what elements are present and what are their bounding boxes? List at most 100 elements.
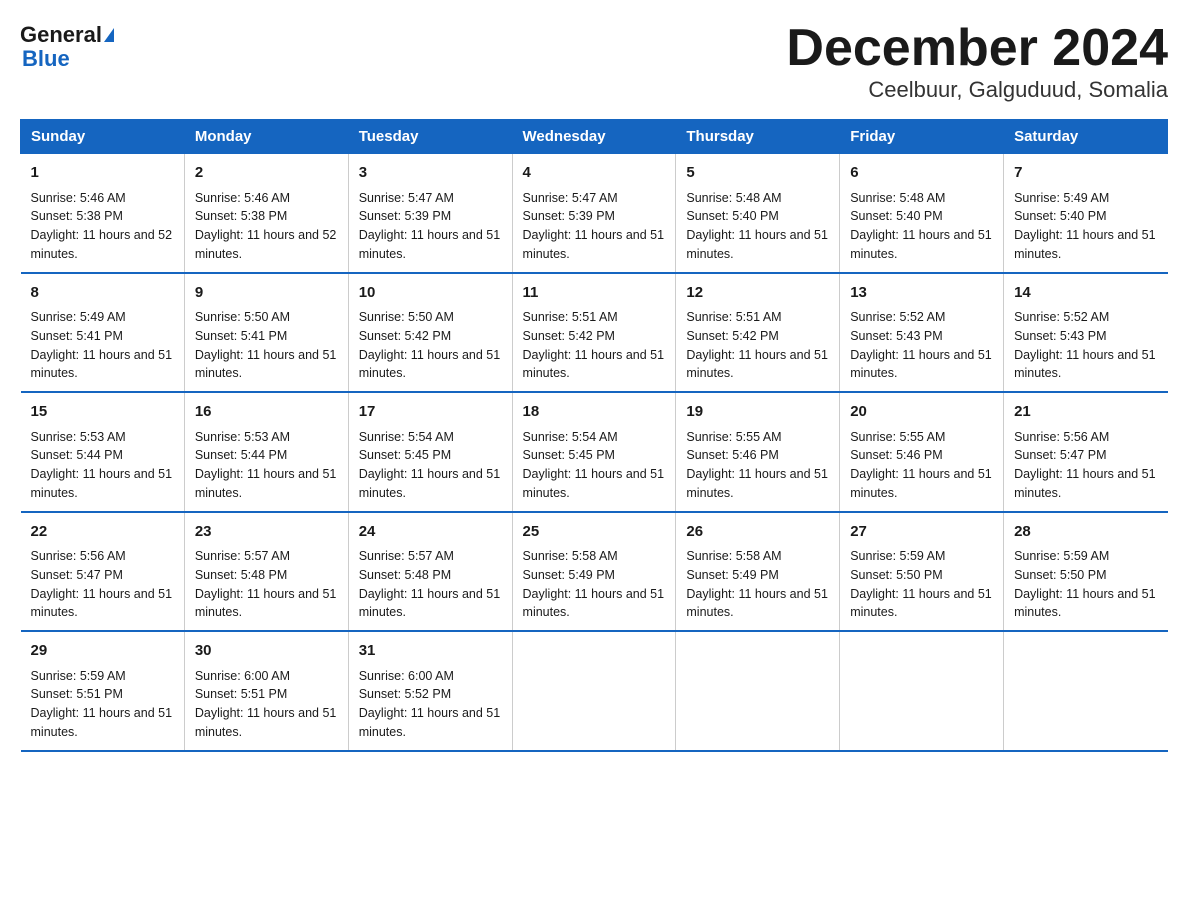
table-row: 24 Sunrise: 5:57 AM Sunset: 5:48 PM Dayl…	[348, 512, 512, 632]
col-wednesday: Wednesday	[512, 120, 676, 154]
table-row: 23 Sunrise: 5:57 AM Sunset: 5:48 PM Dayl…	[184, 512, 348, 632]
table-row	[512, 631, 676, 751]
sunrise-label: Sunrise: 5:52 AM	[1014, 310, 1109, 324]
daylight-label: Daylight: 11 hours and 51 minutes.	[195, 587, 337, 620]
table-row: 9 Sunrise: 5:50 AM Sunset: 5:41 PM Dayli…	[184, 273, 348, 393]
day-number: 22	[31, 521, 174, 544]
sunset-label: Sunset: 5:44 PM	[31, 448, 123, 462]
sunset-label: Sunset: 5:46 PM	[850, 448, 942, 462]
table-row: 5 Sunrise: 5:48 AM Sunset: 5:40 PM Dayli…	[676, 154, 840, 273]
daylight-label: Daylight: 11 hours and 51 minutes.	[850, 587, 992, 620]
day-number: 14	[1014, 282, 1157, 305]
sunset-label: Sunset: 5:47 PM	[31, 568, 123, 582]
sunset-label: Sunset: 5:42 PM	[686, 329, 778, 343]
sunrise-label: Sunrise: 5:58 AM	[686, 549, 781, 563]
sunset-label: Sunset: 5:38 PM	[31, 209, 123, 223]
daylight-label: Daylight: 11 hours and 51 minutes.	[686, 467, 828, 500]
day-number: 18	[523, 401, 666, 424]
daylight-label: Daylight: 11 hours and 51 minutes.	[195, 467, 337, 500]
sunrise-label: Sunrise: 5:55 AM	[850, 430, 945, 444]
day-number: 12	[686, 282, 829, 305]
table-row: 4 Sunrise: 5:47 AM Sunset: 5:39 PM Dayli…	[512, 154, 676, 273]
daylight-label: Daylight: 11 hours and 51 minutes.	[195, 348, 337, 381]
day-number: 16	[195, 401, 338, 424]
daylight-label: Daylight: 11 hours and 51 minutes.	[359, 348, 501, 381]
calendar-week-row: 15 Sunrise: 5:53 AM Sunset: 5:44 PM Dayl…	[21, 392, 1168, 512]
table-row: 15 Sunrise: 5:53 AM Sunset: 5:44 PM Dayl…	[21, 392, 185, 512]
title-block: December 2024 Ceelbuur, Galguduud, Somal…	[786, 20, 1168, 103]
sunset-label: Sunset: 5:41 PM	[31, 329, 123, 343]
day-number: 6	[850, 162, 993, 185]
day-number: 4	[523, 162, 666, 185]
col-friday: Friday	[840, 120, 1004, 154]
sunrise-label: Sunrise: 5:51 AM	[523, 310, 618, 324]
sunset-label: Sunset: 5:49 PM	[686, 568, 778, 582]
sunrise-label: Sunrise: 5:50 AM	[195, 310, 290, 324]
table-row: 10 Sunrise: 5:50 AM Sunset: 5:42 PM Dayl…	[348, 273, 512, 393]
day-number: 23	[195, 521, 338, 544]
calendar-table: Sunday Monday Tuesday Wednesday Thursday…	[20, 119, 1168, 752]
sunrise-label: Sunrise: 5:59 AM	[850, 549, 945, 563]
sunrise-label: Sunrise: 5:52 AM	[850, 310, 945, 324]
col-sunday: Sunday	[21, 120, 185, 154]
day-number: 27	[850, 521, 993, 544]
table-row: 18 Sunrise: 5:54 AM Sunset: 5:45 PM Dayl…	[512, 392, 676, 512]
daylight-label: Daylight: 11 hours and 51 minutes.	[359, 706, 501, 739]
sunrise-label: Sunrise: 5:46 AM	[195, 191, 290, 205]
sunset-label: Sunset: 5:39 PM	[359, 209, 451, 223]
sunset-label: Sunset: 5:48 PM	[195, 568, 287, 582]
table-row: 16 Sunrise: 5:53 AM Sunset: 5:44 PM Dayl…	[184, 392, 348, 512]
sunrise-label: Sunrise: 5:56 AM	[1014, 430, 1109, 444]
sunset-label: Sunset: 5:46 PM	[686, 448, 778, 462]
sunrise-label: Sunrise: 6:00 AM	[359, 669, 454, 683]
sunset-label: Sunset: 5:45 PM	[359, 448, 451, 462]
sunset-label: Sunset: 5:39 PM	[523, 209, 615, 223]
daylight-label: Daylight: 11 hours and 51 minutes.	[686, 228, 828, 261]
sunrise-label: Sunrise: 5:47 AM	[359, 191, 454, 205]
daylight-label: Daylight: 11 hours and 51 minutes.	[686, 348, 828, 381]
sunset-label: Sunset: 5:48 PM	[359, 568, 451, 582]
table-row: 6 Sunrise: 5:48 AM Sunset: 5:40 PM Dayli…	[840, 154, 1004, 273]
day-number: 24	[359, 521, 502, 544]
calendar-week-row: 1 Sunrise: 5:46 AM Sunset: 5:38 PM Dayli…	[21, 154, 1168, 273]
daylight-label: Daylight: 11 hours and 51 minutes.	[523, 467, 665, 500]
table-row: 28 Sunrise: 5:59 AM Sunset: 5:50 PM Dayl…	[1004, 512, 1168, 632]
day-number: 26	[686, 521, 829, 544]
daylight-label: Daylight: 11 hours and 51 minutes.	[686, 587, 828, 620]
day-number: 17	[359, 401, 502, 424]
sunrise-label: Sunrise: 5:47 AM	[523, 191, 618, 205]
table-row: 21 Sunrise: 5:56 AM Sunset: 5:47 PM Dayl…	[1004, 392, 1168, 512]
day-number: 21	[1014, 401, 1157, 424]
day-number: 15	[31, 401, 174, 424]
daylight-label: Daylight: 11 hours and 52 minutes.	[31, 228, 173, 261]
table-row: 30 Sunrise: 6:00 AM Sunset: 5:51 PM Dayl…	[184, 631, 348, 751]
col-thursday: Thursday	[676, 120, 840, 154]
sunrise-label: Sunrise: 5:49 AM	[1014, 191, 1109, 205]
daylight-label: Daylight: 11 hours and 51 minutes.	[359, 467, 501, 500]
table-row	[676, 631, 840, 751]
table-row: 13 Sunrise: 5:52 AM Sunset: 5:43 PM Dayl…	[840, 273, 1004, 393]
table-row: 11 Sunrise: 5:51 AM Sunset: 5:42 PM Dayl…	[512, 273, 676, 393]
col-monday: Monday	[184, 120, 348, 154]
sunrise-label: Sunrise: 5:59 AM	[31, 669, 126, 683]
sunset-label: Sunset: 5:42 PM	[359, 329, 451, 343]
table-row: 1 Sunrise: 5:46 AM Sunset: 5:38 PM Dayli…	[21, 154, 185, 273]
sunset-label: Sunset: 5:43 PM	[1014, 329, 1106, 343]
logo-triangle-icon	[104, 28, 114, 42]
daylight-label: Daylight: 11 hours and 51 minutes.	[850, 228, 992, 261]
day-number: 1	[31, 162, 174, 185]
daylight-label: Daylight: 11 hours and 52 minutes.	[195, 228, 337, 261]
table-row: 31 Sunrise: 6:00 AM Sunset: 5:52 PM Dayl…	[348, 631, 512, 751]
calendar-week-row: 8 Sunrise: 5:49 AM Sunset: 5:41 PM Dayli…	[21, 273, 1168, 393]
sunrise-label: Sunrise: 5:54 AM	[359, 430, 454, 444]
sunrise-label: Sunrise: 5:57 AM	[359, 549, 454, 563]
sunrise-label: Sunrise: 5:57 AM	[195, 549, 290, 563]
sunset-label: Sunset: 5:40 PM	[686, 209, 778, 223]
calendar-week-row: 22 Sunrise: 5:56 AM Sunset: 5:47 PM Dayl…	[21, 512, 1168, 632]
sunrise-label: Sunrise: 5:59 AM	[1014, 549, 1109, 563]
table-row: 25 Sunrise: 5:58 AM Sunset: 5:49 PM Dayl…	[512, 512, 676, 632]
table-row: 7 Sunrise: 5:49 AM Sunset: 5:40 PM Dayli…	[1004, 154, 1168, 273]
table-row: 2 Sunrise: 5:46 AM Sunset: 5:38 PM Dayli…	[184, 154, 348, 273]
sunset-label: Sunset: 5:51 PM	[195, 687, 287, 701]
sunset-label: Sunset: 5:40 PM	[850, 209, 942, 223]
